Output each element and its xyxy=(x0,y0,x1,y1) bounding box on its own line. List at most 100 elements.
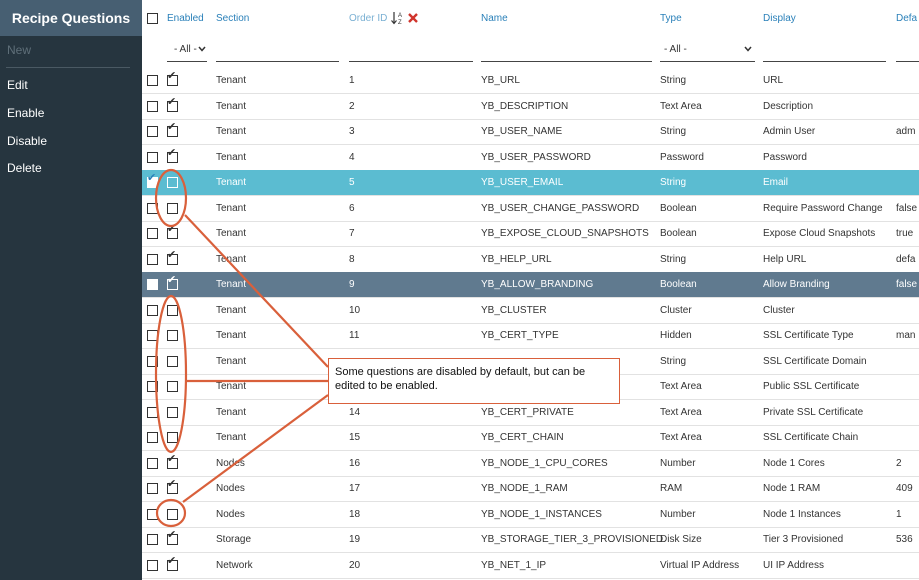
row-enabled-checkbox[interactable]: ✔ xyxy=(167,122,178,137)
row-select-checkbox[interactable] xyxy=(147,406,158,418)
column-header-name[interactable]: Name xyxy=(481,12,508,26)
table-row[interactable]: Tenant 11 YB_CERT_TYPE Hidden SSL Certificat… xyxy=(142,323,919,349)
row-select-checkbox[interactable] xyxy=(147,457,158,469)
table-row[interactable]: Tenant 10 YB_CLUSTER Cluster Cluster xyxy=(142,298,919,324)
cell-order-id: 18 xyxy=(349,508,361,520)
row-select-checkbox[interactable] xyxy=(147,508,158,520)
default-filter-input[interactable] xyxy=(896,61,919,62)
edit-button[interactable]: Edit xyxy=(7,77,28,93)
row-select-checkbox[interactable] xyxy=(147,381,158,392)
cell-type: Virtual IP Address xyxy=(660,559,740,571)
cell-section: Tenant xyxy=(216,177,247,188)
order-filter-input[interactable] xyxy=(349,61,473,62)
row-select-checkbox[interactable] xyxy=(147,75,158,86)
type-filter-underline xyxy=(660,61,755,62)
row-enabled-checkbox[interactable] xyxy=(167,432,178,443)
cell-order-id: 20 xyxy=(349,559,361,571)
cell-section: Tenant xyxy=(216,253,247,265)
column-header-section[interactable]: Section xyxy=(216,12,249,26)
row-enabled-checkbox[interactable]: ✔ xyxy=(167,479,178,494)
row-enabled-checkbox[interactable]: ✔ xyxy=(167,249,178,265)
row-select-checkbox[interactable]: ✔ xyxy=(147,173,158,188)
row-select-checkbox[interactable] xyxy=(147,202,158,214)
sidebar: Recipe Questions New Edit Enable Disable… xyxy=(0,0,142,580)
cell-order-id: 1 xyxy=(349,75,355,86)
row-select-checkbox[interactable] xyxy=(147,228,158,239)
table-row[interactable]: ✔ Nodes 17 YB_NODE_1_RAM RAM Node 1 RAM 409 xyxy=(142,476,919,502)
column-header-type[interactable]: Type xyxy=(660,12,682,26)
row-select-checkbox[interactable] xyxy=(147,279,158,290)
table-row[interactable]: Tenant 6 YB_USER_CHANGE_PASSWORD Boolean Req… xyxy=(142,196,919,222)
row-select-checkbox[interactable] xyxy=(147,330,158,341)
row-select-checkbox[interactable] xyxy=(147,534,158,545)
sort-az-icon[interactable]: A Z xyxy=(391,11,405,25)
row-enabled-checkbox[interactable]: ✔ xyxy=(167,96,178,112)
table-row[interactable]: ✔ Tenant 5 YB_USER_EMAIL String Email xyxy=(142,170,919,196)
row-enabled-checkbox[interactable]: ✔ xyxy=(167,530,178,545)
cell-section: Tenant xyxy=(216,202,247,214)
row-enabled-checkbox[interactable] xyxy=(167,202,178,214)
row-enabled-checkbox[interactable]: ✔ xyxy=(167,453,178,469)
row-enabled-checkbox[interactable] xyxy=(167,406,178,418)
row-select-checkbox[interactable] xyxy=(147,100,158,112)
table-row[interactable]: ✔ Tenant 2 YB_DESCRIPTION Text Area Descripti… xyxy=(142,94,919,120)
name-filter-input[interactable] xyxy=(481,61,652,62)
section-filter-input[interactable] xyxy=(216,61,339,62)
row-select-checkbox[interactable] xyxy=(147,253,158,265)
column-header-default[interactable]: Defa xyxy=(896,12,917,26)
checkmark-icon: ✔ xyxy=(167,274,177,286)
select-all-checkbox[interactable] xyxy=(147,13,158,24)
column-header-enabled[interactable]: Enabled xyxy=(167,12,204,26)
table-row[interactable]: ✔ Tenant 3 YB_USER_NAME String Admin User adm xyxy=(142,119,919,145)
row-select-checkbox[interactable] xyxy=(147,432,158,443)
row-enabled-checkbox[interactable] xyxy=(167,381,178,392)
cell-name: YB_EXPOSE_CLOUD_SNAPSHOTS xyxy=(481,228,649,239)
type-filter-select[interactable]: - All - xyxy=(664,44,687,55)
row-enabled-checkbox[interactable]: ✔ xyxy=(167,71,178,86)
row-enabled-checkbox[interactable]: ✔ xyxy=(167,275,178,290)
column-header-order-id[interactable]: Order ID xyxy=(349,12,387,26)
table-row[interactable]: ✔ Tenant 8 YB_HELP_URL String Help URL defa xyxy=(142,247,919,273)
enabled-filter-select[interactable]: - All - xyxy=(174,44,197,55)
cell-order-id: 5 xyxy=(349,177,355,188)
clear-sort-icon[interactable] xyxy=(408,13,418,23)
checkmark-icon: ✔ xyxy=(167,478,177,490)
cell-type: RAM xyxy=(660,483,683,494)
table-row[interactable]: ✔ Nodes 16 YB_NODE_1_CPU_CORES Number Node 1 … xyxy=(142,451,919,477)
cell-section: Tenant xyxy=(216,432,247,443)
row-enabled-checkbox[interactable] xyxy=(167,508,178,520)
table-row[interactable]: ✔ Tenant 1 YB_URL String URL xyxy=(142,68,919,94)
cell-order-id: 11 xyxy=(349,330,360,341)
row-enabled-checkbox[interactable]: ✔ xyxy=(167,147,178,163)
table-row[interactable]: Tenant 15 YB_CERT_CHAIN Text Area SSL Certif… xyxy=(142,425,919,451)
row-select-checkbox[interactable] xyxy=(147,126,158,137)
disable-button[interactable]: Disable xyxy=(7,133,47,149)
table-row[interactable]: ✔ Tenant 7 YB_EXPOSE_CLOUD_SNAPSHOTS Boolean… xyxy=(142,221,919,247)
table-row[interactable]: ✔ Storage 19 YB_STORAGE_TIER_3_PROVISIONED D… xyxy=(142,527,919,553)
row-enabled-checkbox[interactable] xyxy=(167,355,178,367)
new-button[interactable]: New xyxy=(7,42,31,58)
row-enabled-checkbox[interactable] xyxy=(167,304,178,316)
cell-name: YB_CERT_CHAIN xyxy=(481,432,564,443)
row-select-checkbox[interactable] xyxy=(147,483,158,494)
cell-default: 536 xyxy=(896,534,913,545)
column-header-display[interactable]: Display xyxy=(763,12,796,26)
table-row[interactable]: ✔ Tenant 9 YB_ALLOW_BRANDING Boolean Allow Br… xyxy=(142,272,919,298)
row-enabled-checkbox[interactable]: ✔ xyxy=(167,224,178,239)
cell-display: Node 1 RAM xyxy=(763,483,821,494)
enable-button[interactable]: Enable xyxy=(7,105,44,121)
row-enabled-checkbox[interactable] xyxy=(167,177,178,188)
row-enabled-checkbox[interactable]: ✔ xyxy=(167,555,178,571)
delete-button[interactable]: Delete xyxy=(7,160,42,176)
row-select-checkbox[interactable] xyxy=(147,559,158,571)
row-select-checkbox[interactable] xyxy=(147,355,158,367)
row-select-checkbox[interactable] xyxy=(147,304,158,316)
cell-default: defa xyxy=(896,253,916,265)
table-row[interactable]: ✔ Network 20 YB_NET_1_IP Virtual IP Address U… xyxy=(142,553,919,579)
row-enabled-checkbox[interactable] xyxy=(167,330,178,341)
cell-display: URL xyxy=(763,75,784,86)
table-row[interactable]: ✔ Tenant 4 YB_USER_PASSWORD Password Password xyxy=(142,145,919,171)
row-select-checkbox[interactable] xyxy=(147,151,158,163)
display-filter-input[interactable] xyxy=(763,61,886,62)
table-row[interactable]: Nodes 18 YB_NODE_1_INSTANCES Number Node 1 I… xyxy=(142,502,919,528)
